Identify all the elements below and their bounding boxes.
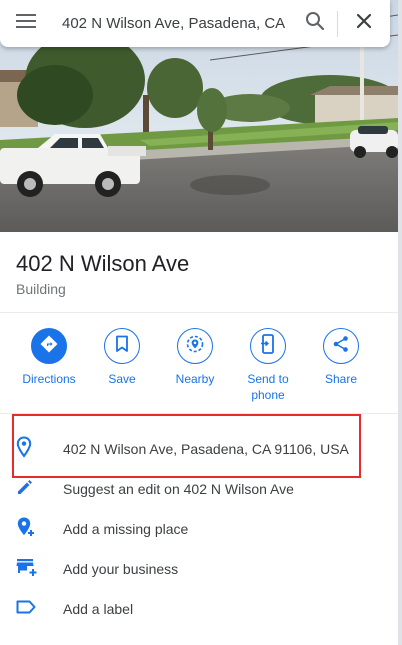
- map-edge: [398, 0, 402, 645]
- add-missing-place-row[interactable]: Add a missing place: [0, 509, 398, 549]
- add-business-icon: [16, 557, 38, 582]
- send-to-phone-circle: [250, 328, 286, 364]
- menu-button[interactable]: [0, 0, 52, 47]
- nearby-label: Nearby: [175, 372, 215, 386]
- search-bar: [0, 0, 390, 47]
- send-to-phone-button[interactable]: Send to phone: [232, 328, 304, 403]
- add-business-row[interactable]: Add your business: [0, 549, 398, 589]
- send-to-phone-label: Send to phone: [247, 372, 289, 402]
- save-button[interactable]: Save: [86, 328, 158, 387]
- add-missing-place-text: Add a missing place: [63, 521, 189, 537]
- suggest-edit-text: Suggest an edit on 402 N Wilson Ave: [63, 481, 294, 497]
- share-circle: [323, 328, 359, 364]
- place-panel: 402 N Wilson Ave Building Directions Sav…: [0, 0, 398, 645]
- nearby-icon: [185, 334, 205, 359]
- add-label-row[interactable]: Add a label: [0, 589, 398, 629]
- nearby-circle: [177, 328, 213, 364]
- place-category[interactable]: Building: [16, 281, 382, 297]
- directions-icon: [39, 334, 59, 359]
- action-bar: Directions Save Nearby Send to phone Sha…: [0, 328, 398, 408]
- close-button[interactable]: [338, 0, 390, 47]
- bookmark-icon: [115, 335, 129, 358]
- directions-button[interactable]: Directions: [13, 328, 85, 387]
- add-business-text: Add your business: [63, 561, 179, 577]
- save-label: Save: [108, 372, 136, 386]
- address-highlight-box: [12, 414, 361, 478]
- add-location-icon: [16, 516, 36, 543]
- edit-pencil-icon: [16, 478, 34, 501]
- place-title: 402 N Wilson Ave: [16, 251, 190, 276]
- save-circle: [104, 328, 140, 364]
- search-button[interactable]: [293, 0, 337, 47]
- search-input[interactable]: [52, 0, 293, 47]
- share-icon: [332, 335, 350, 358]
- divider: [0, 312, 398, 313]
- share-label: Share: [324, 372, 358, 386]
- directions-circle: [31, 328, 67, 364]
- directions-label: Directions: [22, 372, 76, 386]
- label-tag-icon: [16, 600, 36, 619]
- close-icon: [356, 13, 372, 34]
- nearby-button[interactable]: Nearby: [159, 328, 231, 387]
- add-label-text: Add a label: [63, 601, 134, 617]
- search-icon: [305, 11, 325, 36]
- hamburger-menu-icon: [16, 14, 36, 33]
- send-to-phone-icon: [260, 333, 276, 359]
- place-header: 402 N Wilson Ave Building: [0, 232, 398, 312]
- share-button[interactable]: Share: [305, 328, 377, 387]
